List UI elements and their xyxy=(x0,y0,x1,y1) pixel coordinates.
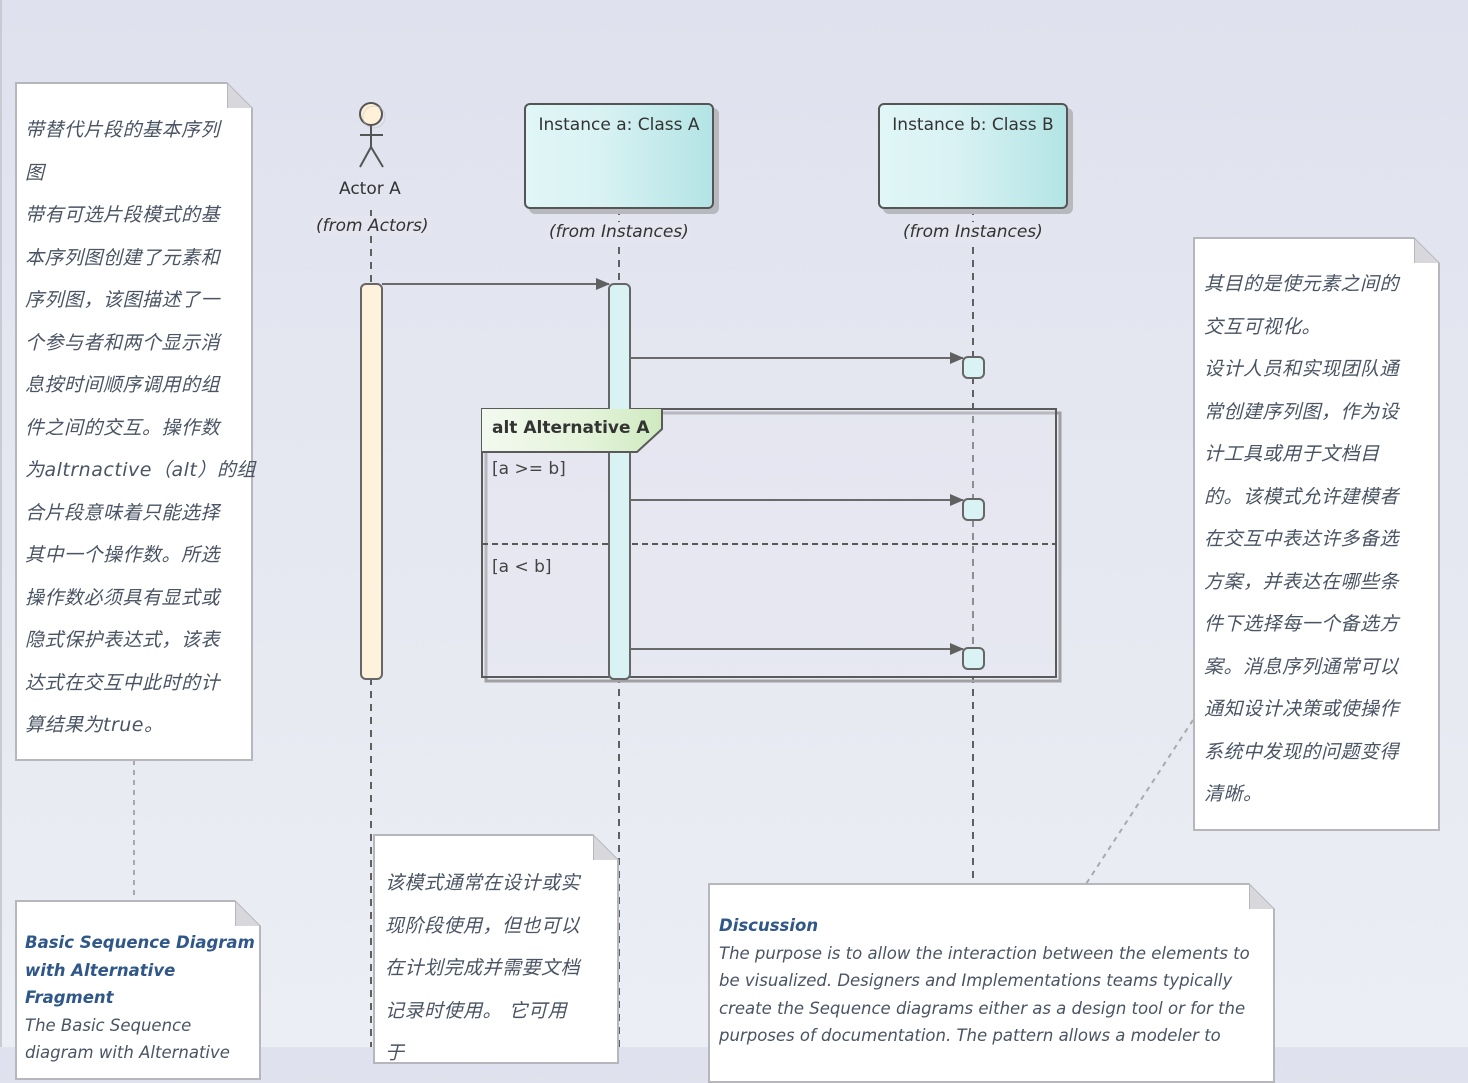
note-connector-right xyxy=(1085,719,1194,885)
note-line: Fragment xyxy=(25,988,114,1008)
lifeline-head-instance-a[interactable]: Instance a: Class A xyxy=(524,103,714,209)
note-line: 其中一个操作数。所选 xyxy=(25,544,221,566)
note-line: 息按时间顺序调用的组 xyxy=(25,374,221,396)
note-left-cn-text: 带替代片段的基本序列图带有可选片段模式的基 本序列图创建了元素和 序列图，该图描述了… xyxy=(25,109,256,747)
note-line: The Basic Sequence xyxy=(25,1015,192,1035)
note-line: 现阶段使用，但也可以 xyxy=(385,914,581,937)
note-line: 图 xyxy=(25,161,45,184)
lifeline-head-instance-b[interactable]: Instance b: Class B xyxy=(878,103,1068,209)
guard-operand-1: [a >= b] xyxy=(492,459,566,479)
note-line: create the Sequence diagrams either as a… xyxy=(719,998,1246,1018)
note-line: be visualized. Designers and Implementat… xyxy=(719,971,1233,991)
actor-from-label: (from Actors) xyxy=(314,216,431,236)
activation-instance-b-2[interactable] xyxy=(962,498,985,521)
activation-instance-b-1[interactable] xyxy=(962,356,985,379)
note-line: 隐式保护表达式，该表 xyxy=(25,629,221,651)
note-line: 于 xyxy=(385,1042,405,1064)
note-line: 记录时使用。 它可用 xyxy=(385,999,568,1022)
note-line: 本序列图创建了元素和 xyxy=(25,246,221,269)
note-line: 件之间的交互。操作数 xyxy=(25,416,221,439)
note-line: 常创建序列图，作为设 xyxy=(1204,400,1400,423)
activation-instance-b-3[interactable] xyxy=(962,647,985,670)
note-bottom-left-en-text: Basic Sequence Diagram with Alternative Fr… xyxy=(25,929,255,1067)
note-line: 序列图，该图描述了一 xyxy=(25,289,221,311)
note-line: 带替代片段的基本序列 xyxy=(25,119,221,141)
activation-instance-a[interactable] xyxy=(608,283,631,680)
actor-name: Actor A xyxy=(339,179,401,199)
note-line: The purpose is to allow the interaction … xyxy=(719,943,1250,963)
note-line: 的。该模式允许建模者 xyxy=(1204,485,1400,508)
lifeline-name-instance-a: Instance a: Class A xyxy=(538,115,700,135)
actor-icon[interactable] xyxy=(359,102,386,168)
note-line: purposes of documentation. The pattern a… xyxy=(719,1026,1221,1046)
note-line: 件下选择每一个备选方 xyxy=(1204,613,1400,635)
note-line: 通知设计决策或使操作 xyxy=(1204,698,1400,720)
note-right-cn-text: 其目的是使元素之间的 交互可视化。设计人员和实现团队通 常创建序列图，作为设 计工具或… xyxy=(1204,263,1436,816)
note-line: 该模式通常在设计或实 xyxy=(385,872,581,894)
note-discussion-text: Discussion The purpose is to allow the in… xyxy=(719,912,1269,1050)
note-line: 设计人员和实现团队通 xyxy=(1204,358,1400,380)
note-line: 在计划完成并需要文档 xyxy=(385,957,581,979)
note-line: 案。消息序列通常可以 xyxy=(1204,655,1400,678)
note-line: 清晰。 xyxy=(1204,783,1263,805)
guard-operand-2: [a < b] xyxy=(492,557,552,577)
note-line: 算结果为true。 xyxy=(25,714,164,736)
lifeline-from-instance-b: (from Instances) xyxy=(901,222,1045,242)
alt-fragment-label: alt Alternative A xyxy=(492,418,650,438)
note-line: 其目的是使元素之间的 xyxy=(1204,273,1400,295)
lifeline-from-instance-a: (from Instances) xyxy=(547,222,691,242)
note-line: diagram with Alternative xyxy=(25,1043,230,1063)
note-line: 系统中发现的问题变得 xyxy=(1204,740,1400,763)
note-line: 方案，并表达在哪些条 xyxy=(1204,570,1400,593)
discussion-title: Discussion xyxy=(719,916,819,935)
note-line: 操作数必须具有显式或 xyxy=(25,586,221,609)
note-line: 为altrnactive（alt）的组 xyxy=(25,459,256,481)
note-bottom-mid-cn-text: 该模式通常在设计或实 现阶段使用，但也可以 在计划完成并需要文档 记录时使用。 它可用… xyxy=(385,862,615,1075)
note-line: Basic Sequence Diagram xyxy=(25,933,255,952)
note-line: 个参与者和两个显示消 xyxy=(25,331,221,354)
note-line: 达式在交互中此时的计 xyxy=(25,671,221,694)
note-line: 在交互中表达许多备选 xyxy=(1204,528,1400,550)
activation-actor-a[interactable] xyxy=(360,283,383,680)
note-line: 合片段意味着只能选择 xyxy=(25,501,221,524)
note-line: 交互可视化。 xyxy=(1204,315,1322,338)
note-line: with Alternative xyxy=(25,960,176,980)
note-line: 带有可选片段模式的基 xyxy=(25,204,221,226)
lifeline-name-instance-b: Instance b: Class B xyxy=(892,115,1054,135)
note-line: 计工具或用于文档目 xyxy=(1204,443,1380,465)
